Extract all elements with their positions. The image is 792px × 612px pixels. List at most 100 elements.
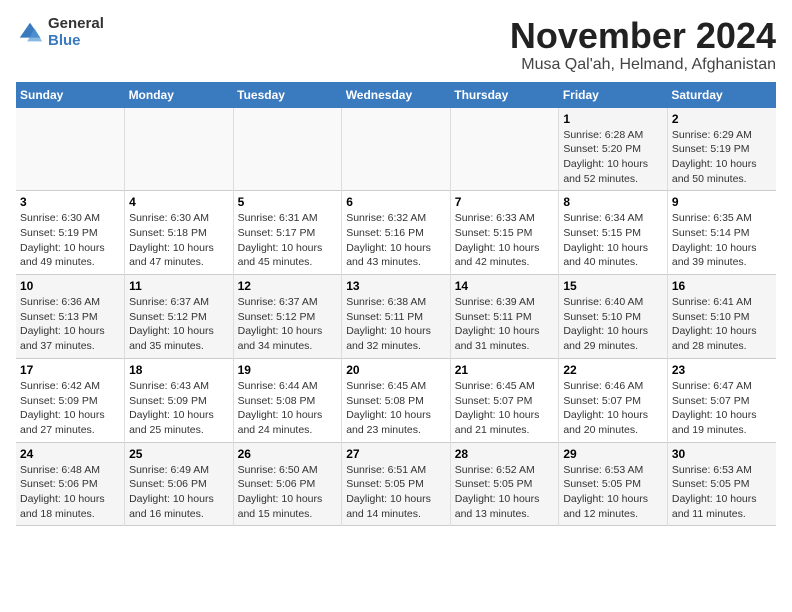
day-number: 24 bbox=[20, 447, 120, 461]
logo-icon bbox=[16, 19, 44, 47]
calendar-day-cell: 17 Sunrise: 6:42 AMSunset: 5:09 PMDayligh… bbox=[16, 358, 125, 442]
day-info: Sunrise: 6:30 AMSunset: 5:19 PMDaylight:… bbox=[20, 211, 120, 270]
weekday-header: Sunday bbox=[16, 82, 125, 108]
day-number: 4 bbox=[129, 195, 229, 209]
day-number: 19 bbox=[238, 363, 338, 377]
calendar-day-cell: 20 Sunrise: 6:45 AMSunset: 5:08 PMDayligh… bbox=[342, 358, 451, 442]
day-info: Sunrise: 6:50 AMSunset: 5:06 PMDaylight:… bbox=[238, 463, 338, 522]
day-number: 25 bbox=[129, 447, 229, 461]
day-info: Sunrise: 6:52 AMSunset: 5:05 PMDaylight:… bbox=[455, 463, 555, 522]
day-number: 8 bbox=[563, 195, 663, 209]
day-info: Sunrise: 6:29 AMSunset: 5:19 PMDaylight:… bbox=[672, 128, 772, 187]
day-info: Sunrise: 6:42 AMSunset: 5:09 PMDaylight:… bbox=[20, 379, 120, 438]
day-number: 6 bbox=[346, 195, 446, 209]
calendar-day-cell: 14Sunrise: 6:39 AMSunset: 5:11 PMDayligh… bbox=[450, 275, 559, 359]
day-number: 12 bbox=[238, 279, 338, 293]
calendar-day-cell: 26 Sunrise: 6:50 AMSunset: 5:06 PMDayligh… bbox=[233, 442, 342, 526]
page-header: General Blue November 2024 Musa Qal'ah, … bbox=[16, 16, 776, 74]
day-info: Sunrise: 6:33 AMSunset: 5:15 PMDaylight:… bbox=[455, 211, 555, 270]
day-info: Sunrise: 6:36 AMSunset: 5:13 PMDaylight:… bbox=[20, 295, 120, 354]
day-info: Sunrise: 6:35 AMSunset: 5:14 PMDaylight:… bbox=[672, 211, 772, 270]
calendar-day-cell: 28Sunrise: 6:52 AMSunset: 5:05 PMDayligh… bbox=[450, 442, 559, 526]
calendar-week-row: 24Sunrise: 6:48 AMSunset: 5:06 PMDayligh… bbox=[16, 442, 776, 526]
day-info: Sunrise: 6:34 AMSunset: 5:15 PMDaylight:… bbox=[563, 211, 663, 270]
calendar-day-cell bbox=[233, 108, 342, 191]
calendar-day-cell: 3 Sunrise: 6:30 AMSunset: 5:19 PMDaylight… bbox=[16, 191, 125, 275]
day-info: Sunrise: 6:51 AMSunset: 5:05 PMDaylight:… bbox=[346, 463, 446, 522]
day-number: 2 bbox=[672, 112, 772, 126]
day-number: 5 bbox=[238, 195, 338, 209]
calendar-day-cell: 19Sunrise: 6:44 AMSunset: 5:08 PMDayligh… bbox=[233, 358, 342, 442]
calendar-day-cell bbox=[16, 108, 125, 191]
day-number: 16 bbox=[672, 279, 772, 293]
calendar-day-cell: 10 Sunrise: 6:36 AMSunset: 5:13 PMDayligh… bbox=[16, 275, 125, 359]
day-number: 17 bbox=[20, 363, 120, 377]
day-info: Sunrise: 6:43 AMSunset: 5:09 PMDaylight:… bbox=[129, 379, 229, 438]
day-number: 22 bbox=[563, 363, 663, 377]
title-area: November 2024 Musa Qal'ah, Helmand, Afgh… bbox=[510, 16, 776, 74]
calendar-day-cell: 4 Sunrise: 6:30 AMSunset: 5:18 PMDaylight… bbox=[125, 191, 234, 275]
calendar-week-row: 3 Sunrise: 6:30 AMSunset: 5:19 PMDaylight… bbox=[16, 191, 776, 275]
day-info: Sunrise: 6:46 AMSunset: 5:07 PMDaylight:… bbox=[563, 379, 663, 438]
day-number: 26 bbox=[238, 447, 338, 461]
day-info: Sunrise: 6:37 AMSunset: 5:12 PMDaylight:… bbox=[129, 295, 229, 354]
day-info: Sunrise: 6:40 AMSunset: 5:10 PMDaylight:… bbox=[563, 295, 663, 354]
day-info: Sunrise: 6:53 AMSunset: 5:05 PMDaylight:… bbox=[563, 463, 663, 522]
calendar-day-cell: 12 Sunrise: 6:37 AMSunset: 5:12 PMDayligh… bbox=[233, 275, 342, 359]
day-info: Sunrise: 6:45 AMSunset: 5:07 PMDaylight:… bbox=[455, 379, 555, 438]
calendar-day-cell: 8 Sunrise: 6:34 AMSunset: 5:15 PMDaylight… bbox=[559, 191, 668, 275]
weekday-header: Monday bbox=[125, 82, 234, 108]
day-info: Sunrise: 6:47 AMSunset: 5:07 PMDaylight:… bbox=[672, 379, 772, 438]
calendar-day-cell: 22 Sunrise: 6:46 AMSunset: 5:07 PMDayligh… bbox=[559, 358, 668, 442]
logo-general: General bbox=[48, 16, 104, 33]
calendar-day-cell: 11Sunrise: 6:37 AMSunset: 5:12 PMDayligh… bbox=[125, 275, 234, 359]
day-number: 1 bbox=[563, 112, 663, 126]
day-info: Sunrise: 6:37 AMSunset: 5:12 PMDaylight:… bbox=[238, 295, 338, 354]
logo-text: General Blue bbox=[48, 16, 104, 49]
weekday-header: Tuesday bbox=[233, 82, 342, 108]
weekday-header: Friday bbox=[559, 82, 668, 108]
calendar-day-cell: 2 Sunrise: 6:29 AMSunset: 5:19 PMDaylight… bbox=[667, 108, 776, 191]
calendar-day-cell: 29 Sunrise: 6:53 AMSunset: 5:05 PMDayligh… bbox=[559, 442, 668, 526]
day-info: Sunrise: 6:31 AMSunset: 5:17 PMDaylight:… bbox=[238, 211, 338, 270]
day-number: 18 bbox=[129, 363, 229, 377]
calendar-day-cell: 5 Sunrise: 6:31 AMSunset: 5:17 PMDaylight… bbox=[233, 191, 342, 275]
calendar-day-cell bbox=[450, 108, 559, 191]
day-number: 30 bbox=[672, 447, 772, 461]
calendar-day-cell: 7 Sunrise: 6:33 AMSunset: 5:15 PMDaylight… bbox=[450, 191, 559, 275]
day-number: 13 bbox=[346, 279, 446, 293]
day-info: Sunrise: 6:32 AMSunset: 5:16 PMDaylight:… bbox=[346, 211, 446, 270]
weekday-header: Thursday bbox=[450, 82, 559, 108]
weekday-header: Saturday bbox=[667, 82, 776, 108]
day-number: 27 bbox=[346, 447, 446, 461]
day-info: Sunrise: 6:38 AMSunset: 5:11 PMDaylight:… bbox=[346, 295, 446, 354]
weekday-header-row: SundayMondayTuesdayWednesdayThursdayFrid… bbox=[16, 82, 776, 108]
day-number: 9 bbox=[672, 195, 772, 209]
calendar-day-cell: 23 Sunrise: 6:47 AMSunset: 5:07 PMDayligh… bbox=[667, 358, 776, 442]
day-number: 21 bbox=[455, 363, 555, 377]
calendar-day-cell: 15Sunrise: 6:40 AMSunset: 5:10 PMDayligh… bbox=[559, 275, 668, 359]
day-info: Sunrise: 6:45 AMSunset: 5:08 PMDaylight:… bbox=[346, 379, 446, 438]
day-number: 7 bbox=[455, 195, 555, 209]
calendar-day-cell: 9 Sunrise: 6:35 AMSunset: 5:14 PMDaylight… bbox=[667, 191, 776, 275]
day-number: 3 bbox=[20, 195, 120, 209]
calendar-day-cell: 21 Sunrise: 6:45 AMSunset: 5:07 PMDayligh… bbox=[450, 358, 559, 442]
day-info: Sunrise: 6:28 AMSunset: 5:20 PMDaylight:… bbox=[563, 128, 663, 187]
day-number: 10 bbox=[20, 279, 120, 293]
day-number: 23 bbox=[672, 363, 772, 377]
day-number: 20 bbox=[346, 363, 446, 377]
day-info: Sunrise: 6:49 AMSunset: 5:06 PMDaylight:… bbox=[129, 463, 229, 522]
calendar-day-cell: 1 Sunrise: 6:28 AMSunset: 5:20 PMDaylight… bbox=[559, 108, 668, 191]
calendar-day-cell: 18 Sunrise: 6:43 AMSunset: 5:09 PMDayligh… bbox=[125, 358, 234, 442]
day-info: Sunrise: 6:39 AMSunset: 5:11 PMDaylight:… bbox=[455, 295, 555, 354]
calendar-day-cell: 6 Sunrise: 6:32 AMSunset: 5:16 PMDaylight… bbox=[342, 191, 451, 275]
calendar-day-cell bbox=[125, 108, 234, 191]
day-info: Sunrise: 6:41 AMSunset: 5:10 PMDaylight:… bbox=[672, 295, 772, 354]
calendar-day-cell: 30Sunrise: 6:53 AMSunset: 5:05 PMDayligh… bbox=[667, 442, 776, 526]
day-number: 29 bbox=[563, 447, 663, 461]
day-info: Sunrise: 6:30 AMSunset: 5:18 PMDaylight:… bbox=[129, 211, 229, 270]
calendar-table: SundayMondayTuesdayWednesdayThursdayFrid… bbox=[16, 82, 776, 527]
calendar-week-row: 10 Sunrise: 6:36 AMSunset: 5:13 PMDayligh… bbox=[16, 275, 776, 359]
calendar-day-cell: 27 Sunrise: 6:51 AMSunset: 5:05 PMDayligh… bbox=[342, 442, 451, 526]
logo: General Blue bbox=[16, 16, 104, 49]
